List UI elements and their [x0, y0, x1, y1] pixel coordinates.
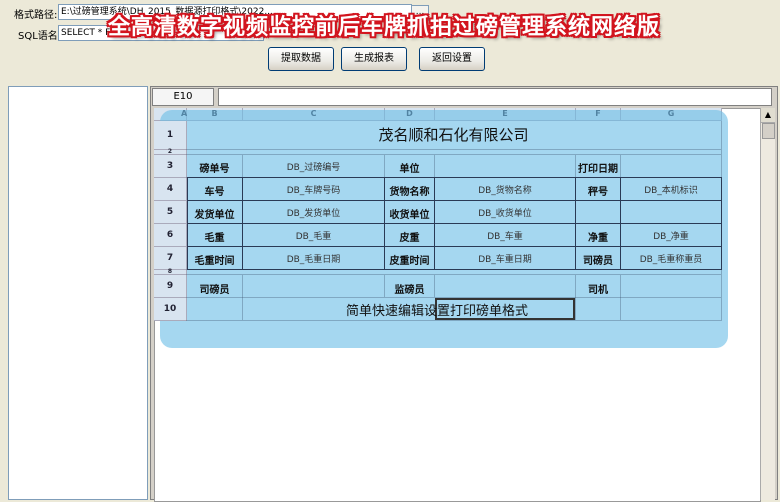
row-header-7[interactable]: 7: [154, 247, 187, 270]
field-tare-time: DB_车重日期: [478, 255, 532, 265]
promo-headline: 全高清数字视频监控前后车牌抓拍过磅管理系统网络版: [108, 15, 661, 40]
label-driver: 司机: [588, 285, 608, 296]
row-header-1[interactable]: 1: [154, 121, 187, 150]
cell-reference-box[interactable]: E10: [152, 88, 214, 106]
sql-label: SQL语名:: [18, 31, 62, 42]
label-print-date: 打印日期: [578, 164, 618, 175]
field-receiver: DB_收货单位: [478, 209, 532, 219]
label-scale-no: 秤号: [588, 187, 608, 198]
field-tare-weight: DB_车重: [487, 232, 523, 242]
label-goods-name: 货物名称: [389, 187, 430, 198]
table-border: [187, 246, 721, 247]
path-label: 格式路径:: [14, 10, 58, 21]
label-shipper: 发货单位: [194, 210, 235, 221]
grid-line: [186, 149, 721, 150]
field-scale-id: DB_本机标识: [644, 186, 698, 196]
grid-line: [434, 155, 435, 177]
scroll-up-icon[interactable]: ▲: [761, 108, 775, 123]
row-header-5[interactable]: 5: [154, 201, 187, 224]
data-list-panel[interactable]: [8, 86, 148, 500]
vertical-scrollbar[interactable]: ▲: [760, 108, 775, 500]
field-gross-weigher: DB_毛重称重员: [639, 255, 703, 265]
table-border-bottom: [187, 269, 721, 270]
fetch-data-button[interactable]: 提取数据: [268, 47, 334, 71]
company-title: 茂名顺和石化有限公司: [378, 126, 529, 144]
back-settings-button[interactable]: 返回设置: [419, 47, 485, 71]
table-border: [187, 223, 721, 224]
row-header-4[interactable]: 4: [154, 178, 187, 201]
field-shipper: DB_发货单位: [286, 209, 341, 219]
formula-bar[interactable]: [218, 88, 772, 106]
grid-line: [434, 275, 435, 297]
label-tare-time: 皮重时间: [389, 256, 430, 267]
field-gross-time: DB_毛重日期: [286, 255, 341, 265]
grid-line: [186, 320, 721, 321]
field-plate-no: DB_车牌号码: [286, 186, 341, 196]
generate-report-button[interactable]: 生成报表: [341, 47, 407, 71]
row-header-9[interactable]: 9: [154, 275, 187, 298]
label-gross-time: 毛重时间: [194, 256, 235, 267]
feature-caption: 简单快速编辑设置打印磅单格式: [346, 304, 529, 319]
table-border-right: [721, 177, 722, 270]
row-header-3[interactable]: 3: [154, 155, 187, 178]
label-supervisor: 监磅员: [394, 285, 425, 296]
table-border: [187, 200, 721, 201]
label-gross-weight: 毛重: [204, 233, 225, 244]
label-ticket-no: 磅单号: [199, 164, 230, 175]
grid-line: [620, 275, 621, 320]
label-weigher: 司磅员: [583, 256, 613, 267]
grid-line: [186, 154, 721, 155]
scroll-thumb[interactable]: [762, 123, 775, 139]
row-header-10[interactable]: 10: [154, 298, 187, 321]
table-border-top: [187, 177, 721, 178]
label-net-weight: 净重: [588, 233, 608, 244]
label-unit: 单位: [399, 164, 420, 175]
field-ticket-no: DB_过磅编号: [286, 163, 341, 173]
field-gross-weight: DB_毛重: [295, 232, 332, 242]
label-receiver: 收货单位: [389, 210, 430, 221]
grid-line: [186, 274, 721, 275]
field-net-weight: DB_净重: [653, 232, 689, 242]
field-goods-name: DB_货物名称: [478, 186, 532, 196]
label-operator: 司磅员: [199, 285, 230, 296]
label-plate-no: 车号: [204, 187, 225, 198]
grid-line: [242, 275, 243, 320]
label-tare-weight: 皮重: [399, 233, 420, 244]
row-header-6[interactable]: 6: [154, 224, 187, 247]
